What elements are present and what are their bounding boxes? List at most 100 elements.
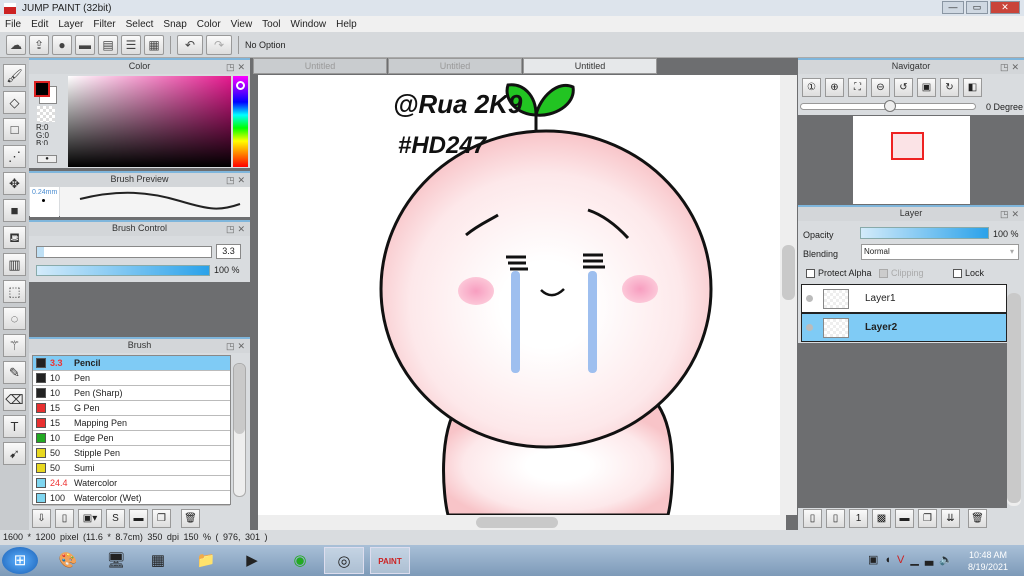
brush-size-slider[interactable] [36, 246, 212, 258]
transparent-color-swatch[interactable] [37, 106, 55, 122]
rect-select-tool-icon[interactable]: ⬚ [3, 280, 26, 303]
new-layer-8bit-icon[interactable]: ▯ [826, 509, 845, 528]
layer-row[interactable]: Layer1 [801, 284, 1007, 313]
list-icon[interactable]: ☰ [121, 34, 141, 55]
cloud-icon[interactable]: ☁ [6, 34, 26, 55]
new-tone-layer-icon[interactable]: ▩ [872, 509, 891, 528]
reset-rotation-icon[interactable]: ▣ [917, 78, 936, 97]
duplicate-layer-icon[interactable]: ❐ [918, 509, 937, 528]
tab-untitled-1[interactable]: Untitled [253, 58, 387, 74]
brush-item[interactable]: 15 G Pen [33, 401, 230, 416]
drawing-canvas[interactable]: @Rua 2K9 #HD247 [258, 75, 780, 515]
flip-icon[interactable]: ◧ [963, 78, 982, 97]
panel-close-icon[interactable]: ◳✕ [1000, 208, 1022, 221]
brush-item[interactable]: 50 Stipple Pen [33, 446, 230, 461]
menu-select[interactable]: Select [121, 19, 159, 30]
lock-checkbox[interactable]: Lock [953, 268, 984, 279]
selection-cursor-tool-icon[interactable]: ➹ [3, 442, 26, 465]
canvas-vertical-scrollbar[interactable] [780, 75, 797, 515]
select-pen-tool-icon[interactable]: ✎ [3, 361, 26, 384]
zoom-in-icon[interactable]: ⊕ [825, 78, 844, 97]
rotate-left-icon[interactable]: ↺ [894, 78, 913, 97]
navigator-preview[interactable] [853, 116, 970, 204]
taskbar-calculator-icon[interactable]: ▦ [138, 547, 178, 574]
new-brush-icon[interactable]: ▯ [55, 509, 74, 528]
menu-color[interactable]: Color [192, 19, 226, 30]
grid-edit-icon[interactable]: ▦ [144, 34, 164, 55]
taskbar-paint-icon[interactable]: 🎨 [48, 547, 88, 574]
minimize-button[interactable]: — [942, 1, 964, 14]
select-eraser-tool-icon[interactable]: ⌫ [3, 388, 26, 411]
clipping-checkbox[interactable]: Clipping [879, 268, 924, 279]
panel-close-icon[interactable]: ◳✕ [226, 61, 248, 74]
folder-icon[interactable]: ▬ [129, 509, 148, 528]
brush-item[interactable]: 10 Pen [33, 371, 230, 386]
redo-icon[interactable]: ↷ [206, 34, 232, 55]
layer-opacity-slider[interactable] [860, 227, 989, 239]
rotation-slider[interactable] [800, 100, 976, 112]
menu-window[interactable]: Window [286, 19, 332, 30]
brush-item[interactable]: 100 Watercolor (Wet) [33, 491, 230, 506]
share-icon[interactable]: ⇪ [29, 34, 49, 55]
taskbar-media-icon[interactable]: ▶ [232, 547, 272, 574]
layer-list-scrollbar[interactable] [1007, 293, 1021, 506]
download-brush-icon[interactable]: ⇩ [32, 509, 51, 528]
taskbar-jumppaint-icon[interactable]: PAINT [370, 547, 410, 574]
brush-tool-icon[interactable]: 🖌 [3, 64, 26, 87]
message-icon[interactable]: ▬ [75, 34, 95, 55]
new-layer-1bit-icon[interactable]: 1 [849, 509, 868, 528]
menu-file[interactable]: File [0, 19, 26, 30]
menu-edit[interactable]: Edit [26, 19, 53, 30]
blending-select[interactable]: Normal ▾ [861, 244, 1019, 260]
brush-item[interactable]: 50 Sumi [33, 461, 230, 476]
fill-square-tool-icon[interactable]: ■ [3, 199, 26, 222]
canvas-horizontal-scrollbar[interactable] [258, 515, 786, 530]
menu-snap[interactable]: Snap [158, 19, 191, 30]
brush-item[interactable]: 10 Pen (Sharp) [33, 386, 230, 401]
zoom-out-icon[interactable]: ⊖ [871, 78, 890, 97]
panel-close-icon[interactable]: ◳✕ [226, 340, 248, 353]
start-button[interactable]: ⊞ [2, 547, 38, 574]
duplicate-icon[interactable]: ❐ [152, 509, 171, 528]
foreground-color-swatch[interactable] [34, 81, 50, 97]
menu-filter[interactable]: Filter [88, 19, 120, 30]
new-folder-icon[interactable]: ▬ [895, 509, 914, 528]
taskbar-app-icon[interactable]: ◉ [280, 547, 320, 574]
system-tray-icons[interactable]: ▣◖V▁▃🔈 [868, 553, 959, 566]
taskbar-folder-icon[interactable]: 📁 [186, 547, 226, 574]
brush-type-dropdown-icon[interactable]: ▣▾ [78, 509, 102, 528]
actual-size-icon[interactable]: ① [802, 78, 821, 97]
layer-visibility-icon[interactable] [806, 295, 813, 302]
brush-opacity-slider[interactable] [36, 265, 210, 276]
rectangle-tool-icon[interactable]: □ [3, 118, 26, 141]
eyedropper-button[interactable]: ● [37, 155, 57, 163]
saturation-value-picker[interactable] [68, 76, 231, 167]
hue-slider[interactable] [233, 76, 248, 167]
layer-row[interactable]: Layer2 [801, 313, 1007, 342]
tab-untitled-3[interactable]: Untitled [523, 58, 657, 74]
magic-wand-tool-icon[interactable]: ⚚ [3, 334, 26, 357]
tab-untitled-2[interactable]: Untitled [388, 58, 522, 74]
rotate-right-icon[interactable]: ↻ [940, 78, 959, 97]
taskbar-chrome-icon[interactable]: ◎ [324, 547, 364, 574]
menu-view[interactable]: View [226, 19, 258, 30]
merge-layer-icon[interactable]: ⇊ [941, 509, 960, 528]
layer-visibility-icon[interactable] [806, 324, 813, 331]
eraser-tool-icon[interactable]: ◇ [3, 91, 26, 114]
lasso-select-tool-icon[interactable]: ◌ [3, 307, 26, 330]
fit-screen-icon[interactable]: ⛶ [848, 78, 867, 97]
delete-icon[interactable]: 🗑 [181, 509, 200, 528]
maximize-button[interactable]: ▭ [966, 1, 988, 14]
dot-line-tool-icon[interactable]: ⋰ [3, 145, 26, 168]
close-button[interactable]: ✕ [990, 1, 1020, 14]
protect-alpha-checkbox[interactable]: Protect Alpha [806, 268, 872, 279]
menu-tool[interactable]: Tool [257, 19, 285, 30]
taskbar-computer-icon[interactable]: 🖥 [96, 547, 136, 574]
clock[interactable]: 10:48 AM 8/19/2021 [968, 549, 1008, 573]
panel-close-icon[interactable]: ◳✕ [226, 174, 248, 187]
new-layer-icon[interactable]: ▯ [803, 509, 822, 528]
delete-layer-icon[interactable]: 🗑 [968, 509, 987, 528]
menu-layer[interactable]: Layer [53, 19, 88, 30]
panel-close-icon[interactable]: ◳✕ [1000, 61, 1022, 74]
undo-icon[interactable]: ↶ [177, 34, 203, 55]
